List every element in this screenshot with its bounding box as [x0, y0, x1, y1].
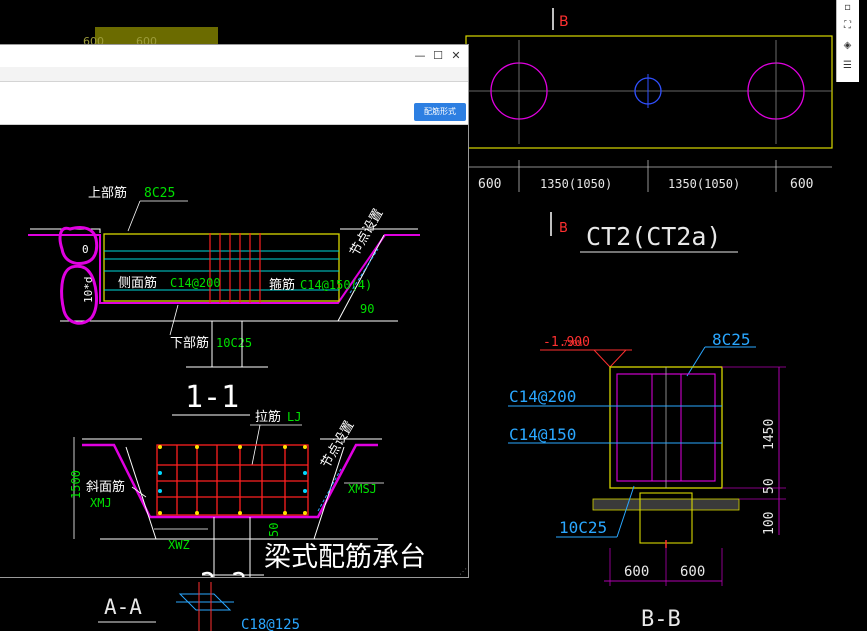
side-toolbar: ▫ ⛶ ◈ ☰ — [836, 0, 859, 82]
s2-dot-9 — [283, 511, 287, 515]
bb-bottom-rebar-leader — [616, 485, 635, 538]
dialog-titlebar[interactable]: — ☐ ✕ — [0, 45, 468, 68]
rebar-form-dialog: — ☐ ✕ 配筋形式 上部筋 8C25 侧面筋 C14@200 箍筋 C14@1… — [0, 44, 469, 578]
aa-view-title: A-A — [104, 595, 142, 619]
s2-node-dashed — [317, 466, 343, 512]
bb-width-600-right: 600 — [680, 564, 705, 580]
s2-dot-1 — [158, 445, 162, 449]
s2-dot-2 — [195, 445, 199, 449]
elevation-triangle — [592, 349, 628, 368]
resize-grip-icon[interactable]: ⋰ — [459, 568, 467, 576]
s1-bottom-bar-label: 下部筋 — [170, 335, 209, 351]
bb-stirrup-label: C14@150 — [509, 425, 576, 444]
bb-cushion — [592, 498, 740, 511]
plan-dim-600-left: 600 — [478, 177, 501, 192]
s2-title: 2-2 — [200, 568, 247, 578]
s1-top-bar-value: 8C25 — [144, 186, 175, 201]
expand-icon[interactable]: ⛶ — [841, 20, 854, 32]
s2-dot-8 — [238, 511, 242, 515]
section-mark-b-top: B — [559, 14, 569, 30]
rebar-diagram: 上部筋 8C25 侧面筋 C14@200 箍筋 C14@150(4) 节点设置 … — [28, 185, 420, 578]
s2-dot-4 — [283, 445, 287, 449]
s1-title: 1-1 — [185, 380, 239, 415]
plan-dim-1350-right: 1350(1050) — [668, 177, 740, 191]
s2-slope-value: XMJ — [90, 496, 112, 510]
bb-side-rebar: C14@200 — [509, 387, 576, 406]
pin-icon[interactable]: ▫ — [841, 2, 854, 14]
s2-tie-value: LJ — [287, 410, 301, 424]
s1-node-setting: 节点设置 — [347, 206, 386, 259]
s1-top-bar-label: 上部筋 — [88, 185, 127, 201]
s1-stirrup-value: C14@150(4) — [300, 278, 372, 292]
elevation-sub-label: 720% — [563, 339, 582, 348]
s2-dot-10 — [303, 511, 307, 515]
s1-bottom-bar-leader — [169, 304, 179, 336]
s1-top-bar-leader — [127, 200, 141, 232]
bb-width-600-left: 600 — [624, 564, 649, 580]
s1-side-bar-label: 侧面筋 — [118, 275, 157, 291]
s2-dot-7 — [195, 511, 199, 515]
dialog-toolbar — [0, 67, 468, 82]
s2-slope-right: XMSJ — [348, 482, 377, 496]
s2-slope-label: 斜面筋 — [86, 479, 125, 495]
dialog-options-bar — [0, 82, 468, 125]
minimize-button[interactable]: — — [412, 48, 428, 64]
bb-dim-100: 100 — [762, 512, 777, 535]
s1-bottom-bar-value: 10C25 — [216, 336, 252, 350]
s2-dot-3 — [238, 445, 242, 449]
s1-stirrup-label: 箍筋 — [269, 277, 295, 293]
s2-node-setting: 节点设置 — [318, 418, 357, 471]
s1-angle: 90 — [360, 302, 374, 316]
s2-tie-label: 拉筋 — [255, 409, 281, 425]
bb-top-rebar: 8C25 — [712, 330, 751, 349]
maximize-button[interactable]: ☐ — [430, 48, 446, 64]
s1-side-bar-value: C14@200 — [170, 276, 221, 290]
s2-dot-12 — [158, 489, 162, 493]
s2-width-code: XWZ — [168, 538, 190, 552]
rebar-form-button[interactable]: 配筋形式 — [414, 103, 466, 121]
s2-height: 1500 — [69, 470, 83, 499]
bb-dim-50: 50 — [762, 478, 777, 494]
bb-dim-1450: 1450 — [762, 419, 777, 450]
bb-bottom-rebar: 10C25 — [559, 518, 607, 537]
bb-top-rebar-leader — [686, 346, 706, 377]
section-mark-b-mid: B — [559, 221, 568, 236]
s2-dot-6 — [158, 511, 162, 515]
s1-cover: 0 — [82, 243, 89, 256]
cube-icon[interactable]: ◈ — [841, 40, 854, 52]
s2-dot-13 — [303, 471, 307, 475]
s2-dot-5 — [303, 445, 307, 449]
plan-dim-1350-left: 1350(1050) — [540, 177, 612, 191]
s2-dot-14 — [303, 489, 307, 493]
plan-dim-600-right: 600 — [790, 177, 813, 192]
s2-dot-11 — [158, 471, 162, 475]
close-button[interactable]: ✕ — [448, 48, 464, 64]
cap-plan-outline — [465, 35, 833, 149]
bb-view-title: B-B — [641, 607, 681, 631]
cap-title: CT2(CT2a) — [586, 222, 721, 251]
notes-icon[interactable]: ☰ — [841, 60, 854, 72]
dialog-caption: 梁式配筋承台 — [264, 542, 426, 573]
s1-highlight-upper — [58, 225, 99, 265]
aa-rebar-label: C18@125 — [241, 617, 300, 631]
